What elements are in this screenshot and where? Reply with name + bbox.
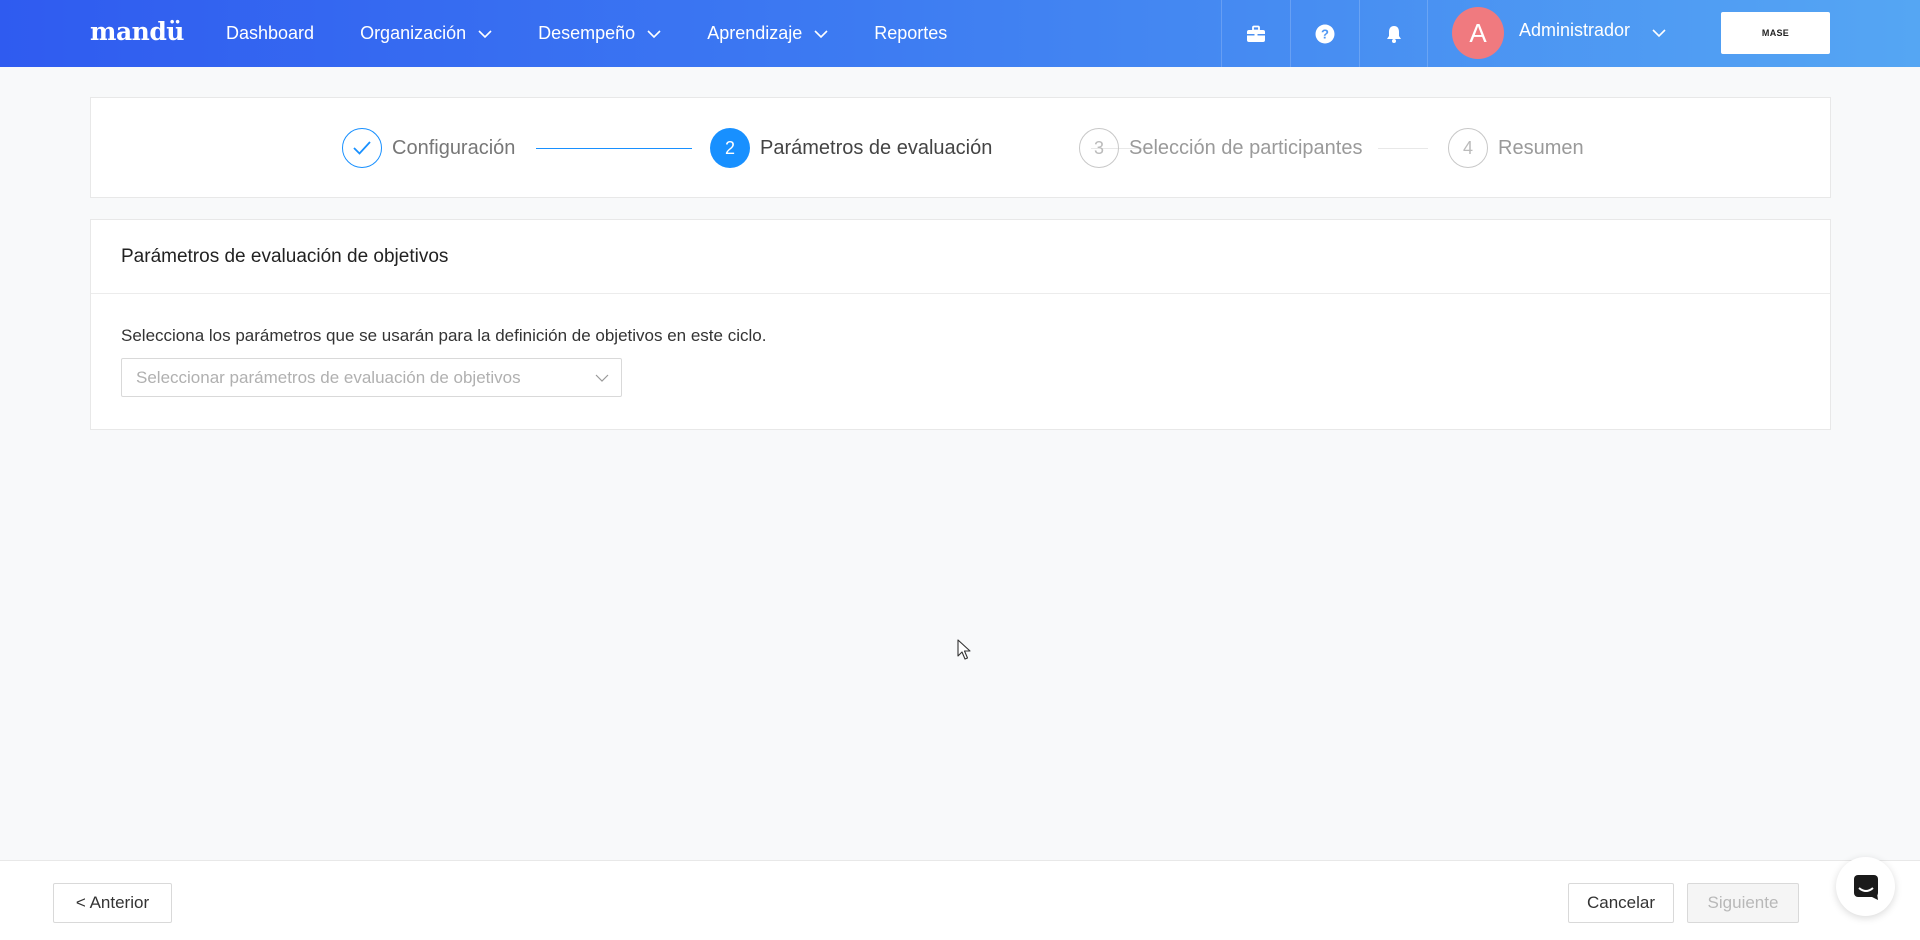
stepper: Configuración 2 Parámetros de evaluación… bbox=[90, 97, 1831, 198]
chevron-down-icon[interactable] bbox=[1652, 26, 1666, 40]
nav-item-label: Desempeño bbox=[538, 23, 636, 43]
card-body: Selecciona los parámetros que se usarán … bbox=[91, 294, 1830, 429]
nav-item-label: Dashboard bbox=[226, 23, 315, 43]
briefcase-button[interactable] bbox=[1221, 0, 1289, 67]
svg-text:?: ? bbox=[1321, 26, 1329, 41]
step-configuracion[interactable]: Configuración bbox=[342, 128, 515, 168]
user-name[interactable]: Administrador bbox=[1519, 20, 1630, 41]
step-connector bbox=[536, 148, 692, 149]
previous-button[interactable]: < Anterior bbox=[53, 883, 172, 923]
help-icon: ? bbox=[1315, 24, 1334, 43]
nav-divider bbox=[1427, 0, 1428, 67]
step-label: Parámetros de evaluación bbox=[760, 136, 993, 159]
company-logo: MASE bbox=[1721, 12, 1830, 54]
app-logo[interactable]: mandü bbox=[90, 17, 184, 46]
nav-item-desempeno[interactable]: Desempeño bbox=[538, 23, 661, 44]
step-parametros[interactable]: 2 Parámetros de evaluación bbox=[710, 128, 992, 168]
footer-bar: < Anterior Cancelar Siguiente bbox=[0, 860, 1920, 940]
bell-icon bbox=[1386, 25, 1401, 43]
step-circle: 3 bbox=[1079, 128, 1119, 168]
nav-item-dashboard[interactable]: Dashboard bbox=[226, 23, 314, 44]
nav-item-reportes[interactable]: Reportes bbox=[874, 23, 947, 44]
mouse-cursor-icon bbox=[957, 639, 971, 660]
help-button[interactable]: ? bbox=[1290, 0, 1358, 67]
step-circle: 4 bbox=[1448, 128, 1488, 168]
main-nav: Dashboard Organización Desempeño Aprendi… bbox=[226, 0, 993, 67]
nav-item-label: Reportes bbox=[874, 23, 948, 43]
briefcase-icon bbox=[1246, 25, 1265, 42]
nav-item-label: Aprendizaje bbox=[707, 23, 803, 43]
chevron-down-icon bbox=[647, 29, 661, 38]
card-title: Parámetros de evaluación de objetivos bbox=[121, 245, 449, 267]
parameters-card: Parámetros de evaluación de objetivos Se… bbox=[90, 219, 1831, 430]
step-seleccion-participantes[interactable]: 3 Selección de participantes bbox=[1079, 128, 1362, 168]
chevron-down-icon bbox=[478, 29, 492, 38]
chevron-down-icon bbox=[814, 29, 828, 38]
step-circle: 2 bbox=[710, 128, 750, 168]
nav-item-label: Organización bbox=[360, 23, 467, 43]
avatar[interactable]: A bbox=[1452, 7, 1504, 59]
step-connector bbox=[1378, 148, 1428, 149]
cancel-button[interactable]: Cancelar bbox=[1568, 883, 1674, 923]
chat-icon bbox=[1853, 874, 1878, 900]
select-placeholder: Seleccionar parámetros de evaluación de … bbox=[136, 367, 521, 387]
step-circle bbox=[342, 128, 382, 168]
step-resumen[interactable]: 4 Resumen bbox=[1448, 128, 1584, 168]
step-label: Selección de participantes bbox=[1129, 136, 1363, 159]
step-label: Resumen bbox=[1498, 136, 1584, 159]
notifications-button[interactable] bbox=[1359, 0, 1427, 67]
check-icon bbox=[353, 141, 371, 155]
step-label: Configuración bbox=[392, 136, 516, 159]
nav-item-organizacion[interactable]: Organización bbox=[360, 23, 492, 44]
nav-item-aprendizaje[interactable]: Aprendizaje bbox=[707, 23, 828, 44]
card-header: Parámetros de evaluación de objetivos bbox=[91, 220, 1830, 294]
chat-launcher-button[interactable] bbox=[1836, 857, 1895, 916]
top-navbar: mandü Dashboard Organización Desempeño A… bbox=[0, 0, 1920, 67]
parameters-select[interactable]: Seleccionar parámetros de evaluación de … bbox=[121, 358, 622, 397]
chevron-down-icon bbox=[595, 374, 609, 382]
card-description: Selecciona los parámetros que se usarán … bbox=[121, 326, 767, 345]
next-button[interactable]: Siguiente bbox=[1687, 883, 1799, 923]
